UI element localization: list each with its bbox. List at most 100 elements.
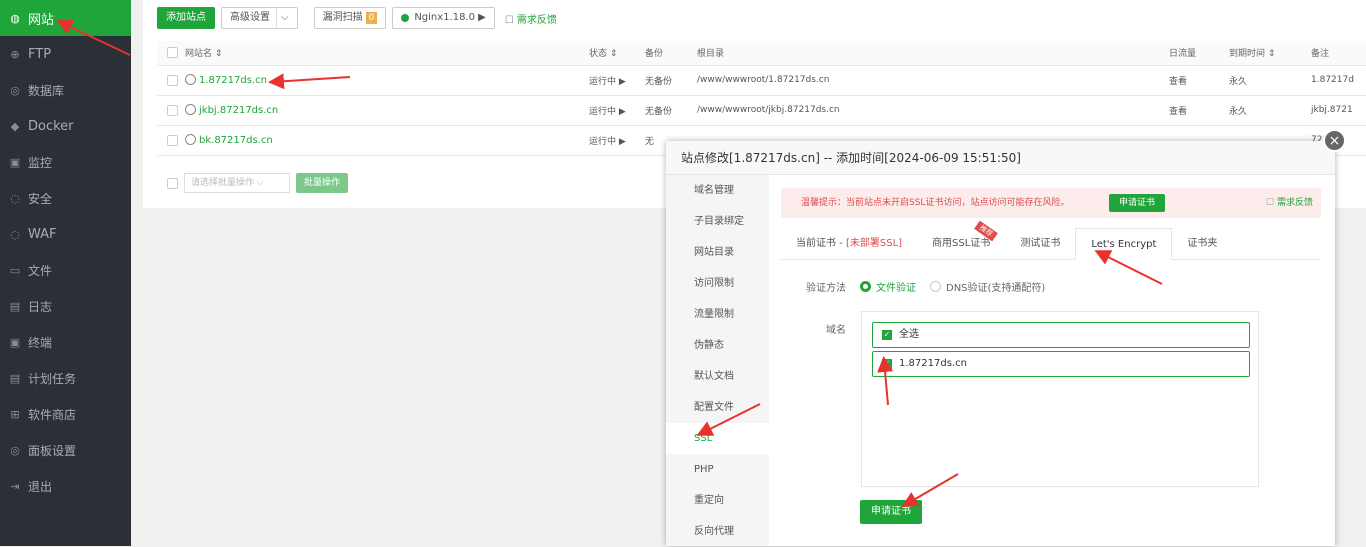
row-checkbox[interactable] <box>167 74 178 86</box>
nav-reverse-proxy[interactable]: 反向代理 <box>666 516 769 547</box>
sidebar-item-files[interactable]: ▭ 文件 <box>0 252 131 288</box>
warning-apply-button[interactable]: 申请证书 <box>1109 194 1166 212</box>
check-icon[interactable]: ✓ <box>882 359 892 369</box>
domain-row[interactable]: ✓ 1.87217ds.cn <box>872 351 1250 377</box>
edit-icon: ☐ <box>504 14 514 26</box>
sidebar-item-terminal[interactable]: ▣ 终端 <box>0 324 131 360</box>
nav-traffic-limit[interactable]: 流量限制 <box>666 299 769 330</box>
terminal-icon: ▣ <box>9 335 21 349</box>
batch-bar: 请选择批量操作 ⌵ 批量操作 <box>157 173 349 193</box>
close-icon[interactable]: × <box>1323 129 1346 152</box>
database-icon: ◎ <box>10 83 20 97</box>
warning-feedback-label: 需求反馈 <box>1276 198 1313 208</box>
sidebar-item-docker[interactable]: ◆ Docker <box>0 108 131 144</box>
nav-site-dir[interactable]: 网站目录 <box>666 237 769 268</box>
tab-cert-folder[interactable]: 证书夹 <box>1172 228 1232 260</box>
sidebar-item-waf[interactable]: ◌ WAF <box>0 216 131 252</box>
nginx-status-icon <box>401 14 410 22</box>
nav-rewrite[interactable]: 伪静态 <box>666 330 769 361</box>
shield-icon <box>185 134 196 146</box>
site-link[interactable]: bk.87217ds.cn <box>185 134 273 146</box>
sidebar-item-security[interactable]: ◌ 安全 <box>0 180 131 216</box>
warning-feedback-link[interactable]: ☐ 需求反馈 <box>1266 188 1313 218</box>
ssl-tabs: 当前证书 - [未部署SSL] 商用SSL证书 推荐 测试证书 Let's Enc… <box>781 220 1321 260</box>
nav-php[interactable]: PHP <box>666 454 769 485</box>
col-expire[interactable]: 到期时间 ⇕ <box>1229 41 1311 66</box>
apply-cert-button[interactable]: 申请证书 <box>860 500 922 524</box>
sidebar-item-ftp[interactable]: ⊕ FTP <box>0 36 131 72</box>
site-link[interactable]: jkbj.87217ds.cn <box>185 104 278 116</box>
select-all-checkbox[interactable] <box>167 47 178 59</box>
modal-nav: 域名管理 子目录绑定 网站目录 访问限制 流量限制 伪静态 默认文档 配置文件 … <box>666 175 769 546</box>
sidebar-item-logs[interactable]: ▤ 日志 <box>0 288 131 324</box>
dns-verify-radio[interactable] <box>930 280 941 292</box>
feedback-link[interactable]: ☐ 需求反馈 <box>505 11 557 26</box>
status-cell[interactable]: 运行中 ▶ <box>589 95 645 126</box>
waf-icon: ◌ <box>10 227 20 241</box>
sidebar-item-logout[interactable]: ⇥ 退出 <box>0 468 131 504</box>
nginx-label: Nginx1.18.0 ▶ <box>414 12 486 23</box>
domain-label: 域名 <box>826 325 846 336</box>
expire-cell[interactable]: 永久 <box>1229 65 1311 96</box>
root-cell[interactable]: /www/wwwroot/jkbj.87217ds.cn <box>697 95 1169 126</box>
batch-checkbox[interactable] <box>167 177 178 189</box>
chevron-down-icon: ⌵ <box>276 8 289 28</box>
advanced-settings-button[interactable]: 高级设置 ⌵ <box>221 7 298 29</box>
folder-icon: ▭ <box>9 263 21 277</box>
traffic-cell[interactable]: 查看 <box>1169 95 1229 126</box>
nav-access-limit[interactable]: 访问限制 <box>666 268 769 299</box>
nav-ssl[interactable]: SSL <box>666 423 769 454</box>
traffic-cell[interactable]: 查看 <box>1169 65 1229 96</box>
nav-default-doc[interactable]: 默认文档 <box>666 361 769 392</box>
sidebar-item-cron[interactable]: ▤ 计划任务 <box>0 360 131 396</box>
nav-domain[interactable]: 域名管理 <box>666 175 769 206</box>
note-cell[interactable]: 1.87217d <box>1311 65 1366 96</box>
nav-config-file[interactable]: 配置文件 <box>666 392 769 423</box>
shield-icon: ◌ <box>10 191 20 205</box>
verify-label: 验证方法 <box>806 282 846 294</box>
row-checkbox[interactable] <box>167 134 178 146</box>
select-all-row[interactable]: ✓ 全选 <box>872 322 1250 348</box>
tab-letsencrypt[interactable]: Let's Encrypt <box>1075 228 1173 260</box>
tab-current-cert[interactable]: 当前证书 - [未部署SSL] <box>781 228 917 260</box>
status-cell[interactable]: 运行中 ▶ <box>589 125 645 156</box>
batch-select-placeholder: 请选择批量操作 <box>191 178 255 188</box>
domain-list: ✓ 全选 ✓ 1.87217ds.cn <box>861 311 1259 487</box>
row-checkbox[interactable] <box>167 104 178 116</box>
edit-icon: ☐ <box>1265 198 1274 208</box>
file-verify-radio[interactable] <box>860 280 871 292</box>
nav-redirect[interactable]: 重定向 <box>666 485 769 516</box>
note-cell[interactable]: jkbj.8721 <box>1311 95 1366 126</box>
shield-icon <box>185 74 196 86</box>
col-status[interactable]: 状态 ⇕ <box>589 41 645 66</box>
sidebar-item-monitor[interactable]: ▣ 监控 <box>0 144 131 180</box>
tab-commercial-ssl[interactable]: 商用SSL证书 推荐 <box>917 220 1005 260</box>
tab-commercial-label: 商用SSL证书 <box>932 238 991 249</box>
backup-cell[interactable]: 无备份 <box>645 95 697 126</box>
status-cell[interactable]: 运行中 ▶ <box>589 65 645 96</box>
check-icon[interactable]: ✓ <box>882 330 892 340</box>
col-name[interactable]: 网站名 ⇕ <box>185 41 589 66</box>
root-cell[interactable]: /www/wwwroot/1.87217ds.cn <box>697 65 1169 96</box>
sidebar: ◍ 网站 ⊕ FTP ◎ 数据库 ◆ Docker ▣ 监控 ◌ 安全 ◌ WAF ▭ 文件 ▤… <box>0 0 131 546</box>
sidebar-item-website[interactable]: ◍ 网站 <box>0 0 131 36</box>
nginx-button[interactable]: Nginx1.18.0 ▶ <box>392 7 495 29</box>
site-link[interactable]: 1.87217ds.cn <box>185 74 267 86</box>
expire-cell[interactable]: 永久 <box>1229 95 1311 126</box>
nav-subdir[interactable]: 子目录绑定 <box>666 206 769 237</box>
dns-verify-label[interactable]: DNS验证(支持通配符) <box>946 279 1045 294</box>
batch-button[interactable]: 批量操作 <box>296 173 349 193</box>
site-edit-modal: 站点修改[1.87217ds.cn] -- 添加时间[2024-06-09 15… <box>666 141 1335 546</box>
sidebar-item-database[interactable]: ◎ 数据库 <box>0 72 131 108</box>
sidebar-item-store[interactable]: ⊞ 软件商店 <box>0 396 131 432</box>
batch-select[interactable]: 请选择批量操作 ⌵ <box>184 173 290 193</box>
sidebar-item-panel-settings[interactable]: ◎ 面板设置 <box>0 432 131 468</box>
vuln-scan-button[interactable]: 漏洞扫描 0 <box>313 7 387 29</box>
ssl-panel: 温馨提示：当前站点未开启SSL证书访问，站点访问可能存在风险。 申请证书 ☐ 需求… <box>781 188 1321 524</box>
tab-test-cert[interactable]: 测试证书 <box>1005 228 1075 260</box>
add-site-button[interactable]: 添加站点 <box>157 7 215 29</box>
backup-cell[interactable]: 无备份 <box>645 65 697 96</box>
store-icon: ⊞ <box>10 407 20 421</box>
file-verify-label[interactable]: 文件验证 <box>876 279 916 294</box>
toolbar: 添加站点 高级设置 ⌵ 漏洞扫描 0 Nginx1.18.0 ▶ ☐ 需求反馈 <box>157 7 557 29</box>
